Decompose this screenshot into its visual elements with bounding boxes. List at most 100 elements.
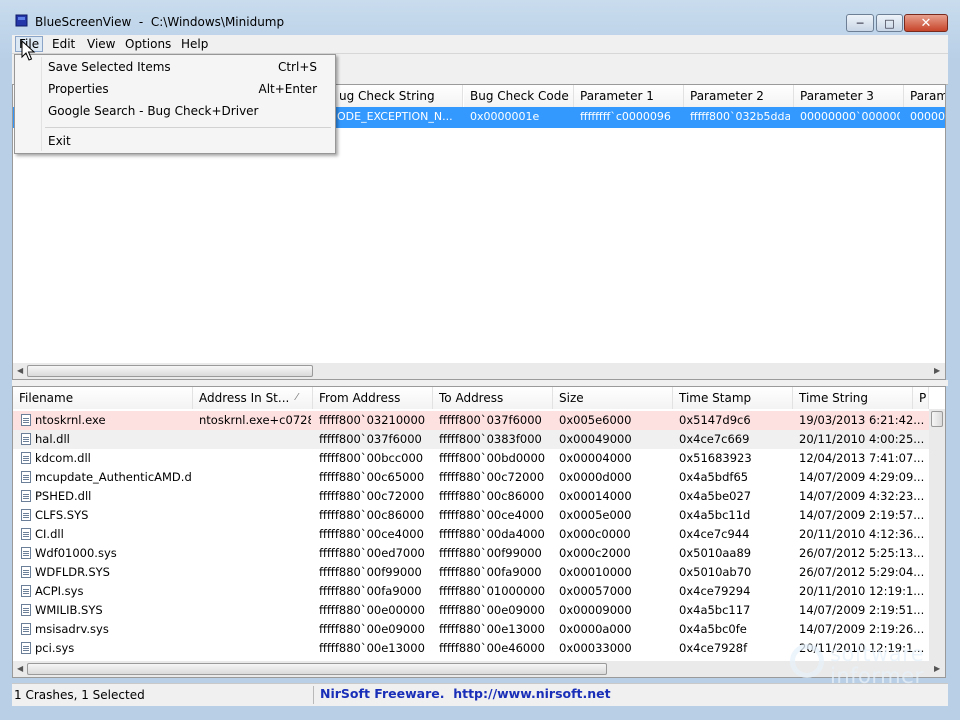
- cell-from-address: fffff880`00e00000: [319, 603, 425, 617]
- driver-list[interactable]: Filename Address In St... ⁄ From Address…: [12, 386, 946, 678]
- cell-filename: CLFS.SYS: [35, 508, 89, 522]
- cell-filename: ntoskrnl.exe: [35, 413, 106, 427]
- maximize-icon: □: [884, 16, 895, 30]
- menu-item-label: Exit: [48, 134, 71, 148]
- table-row[interactable]: Wdf01000.sys fffff880`00ed7000 fffff880`00…: [13, 544, 929, 563]
- cell-parameter-2: fffff800`032b5dda: [690, 110, 790, 123]
- column-header-bug-check-code[interactable]: Bug Check Code: [464, 85, 574, 107]
- table-row[interactable]: WDFLDR.SYS fffff880`00f99000 fffff880`00fa…: [13, 563, 929, 582]
- cell-time-string: 14/07/2009 2:19:57...: [799, 508, 925, 522]
- menu-separator: [45, 127, 331, 128]
- menu-item-save-selected-items[interactable]: Save Selected Items Ctrl+S: [15, 56, 335, 78]
- cell-from-address: fffff880`00e13000: [319, 641, 425, 655]
- close-button[interactable]: ✕: [904, 14, 948, 32]
- nirsoft-link[interactable]: NirSoft Freeware. http://www.nirsoft.net: [320, 686, 611, 701]
- title-bar[interactable]: BlueScreenView - C:\Windows\Minidump ─ □…: [0, 0, 960, 36]
- cell-size: 0x000c0000: [559, 527, 631, 541]
- cell-time-stamp: 0x4a5bc11d: [679, 508, 751, 522]
- top-horizontal-scrollbar[interactable]: ◀ ▶: [13, 363, 945, 379]
- cell-time-string: 14/07/2009 4:29:09...: [799, 470, 925, 484]
- table-row[interactable]: mcupdate_AuthenticAMD.dll fffff880`00c650…: [13, 468, 929, 487]
- cell-from-address: fffff880`00ed7000: [319, 546, 425, 560]
- scroll-left-icon[interactable]: ◀: [17, 661, 23, 677]
- table-row[interactable]: ACPI.sys fffff880`00fa9000 fffff880`010000…: [13, 582, 929, 601]
- menu-item-exit[interactable]: Exit: [15, 130, 335, 152]
- table-row[interactable]: CI.dll fffff880`00ce4000 fffff880`00da4000…: [13, 525, 929, 544]
- cell-size: 0x000c2000: [559, 546, 631, 560]
- cell-filename: ACPI.sys: [35, 584, 84, 598]
- cell-time-string: 20/11/2010 4:00:25...: [799, 432, 925, 446]
- cell-time-string: 20/11/2010 4:12:36...: [799, 527, 925, 541]
- file-icon: [21, 642, 31, 654]
- cell-filename: PSHED.dll: [35, 489, 92, 503]
- file-icon: [21, 471, 31, 483]
- minimize-button[interactable]: ─: [846, 14, 874, 32]
- cell-from-address: fffff800`03210000: [319, 413, 426, 427]
- column-header-from-address[interactable]: From Address: [313, 387, 433, 409]
- column-header-filename[interactable]: Filename: [13, 387, 193, 409]
- file-icon: [21, 585, 31, 597]
- cell-size: 0x0005e000: [559, 508, 632, 522]
- menu-options[interactable]: Options: [122, 36, 174, 52]
- table-row[interactable]: WMILIB.SYS fffff880`00e00000 fffff880`00e0…: [13, 601, 929, 620]
- table-row[interactable]: msisadrv.sys fffff880`00e09000 fffff880`00…: [13, 620, 929, 639]
- cell-time-string: 26/07/2012 5:29:04...: [799, 565, 925, 579]
- column-header-address-in-stack[interactable]: Address In St... ⁄: [193, 387, 313, 409]
- cell-time-stamp: 0x5147d9c6: [679, 413, 751, 427]
- scroll-right-icon[interactable]: ▶: [934, 363, 940, 379]
- file-icon: [21, 509, 31, 521]
- cell-filename: msisadrv.sys: [35, 622, 109, 636]
- status-crash-count: 1 Crashes, 1 Selected: [14, 688, 145, 702]
- cell-filename: WDFLDR.SYS: [35, 565, 110, 579]
- scrollbar-thumb[interactable]: [27, 663, 607, 675]
- column-header-parameter-3[interactable]: Parameter 3: [794, 85, 904, 107]
- cell-size: 0x00014000: [559, 489, 632, 503]
- cell-to-address: fffff880`00f99000: [439, 546, 542, 560]
- column-header-parameter-1[interactable]: Parameter 1: [574, 85, 684, 107]
- menu-item-google-search[interactable]: Google Search - Bug Check+Driver: [15, 100, 335, 122]
- cell-from-address: fffff880`00c86000: [319, 508, 425, 522]
- column-header-to-address[interactable]: To Address: [433, 387, 553, 409]
- table-row[interactable]: hal.dll fffff800`037f6000 fffff800`0383f00…: [13, 430, 929, 449]
- cell-from-address: fffff880`00fa9000: [319, 584, 422, 598]
- menu-item-shortcut: Alt+Enter: [258, 82, 317, 96]
- column-header-time-string[interactable]: Time String: [793, 387, 913, 409]
- cell-size: 0x00010000: [559, 565, 632, 579]
- menu-edit[interactable]: Edit: [49, 36, 78, 52]
- cell-from-address: fffff880`00ce4000: [319, 527, 424, 541]
- column-header-p[interactable]: P: [913, 387, 929, 409]
- column-header-bug-check-string[interactable]: ug Check String: [333, 85, 463, 107]
- cell-to-address: fffff880`00c86000: [439, 489, 545, 503]
- cell-time-stamp: 0x4ce79294: [679, 584, 751, 598]
- table-row[interactable]: ntoskrnl.exe ntoskrnl.exe+c0728 fffff800`0…: [13, 411, 929, 430]
- cell-to-address: fffff880`00e09000: [439, 603, 545, 617]
- file-icon: [21, 433, 31, 445]
- column-header-parameter-2[interactable]: Parameter 2: [684, 85, 794, 107]
- menu-item-properties[interactable]: Properties Alt+Enter: [15, 78, 335, 100]
- column-header-parameter-4[interactable]: Param: [904, 85, 945, 107]
- scroll-left-icon[interactable]: ◀: [17, 363, 23, 379]
- table-row[interactable]: PSHED.dll fffff880`00c72000 fffff880`00c86…: [13, 487, 929, 506]
- menu-help[interactable]: Help: [178, 36, 211, 52]
- watermark-text-1: software: [830, 642, 925, 666]
- app-icon: [15, 14, 29, 28]
- menu-view[interactable]: View: [84, 36, 118, 52]
- cell-size: 0x00033000: [559, 641, 632, 655]
- table-row[interactable]: kdcom.dll fffff800`00bcc000 fffff800`00bd0…: [13, 449, 929, 468]
- column-header-size[interactable]: Size: [553, 387, 673, 409]
- cell-time-stamp: 0x4ce7c944: [679, 527, 750, 541]
- table-row[interactable]: CLFS.SYS fffff880`00c86000 fffff880`00ce40…: [13, 506, 929, 525]
- cell-to-address: fffff800`037f6000: [439, 413, 542, 427]
- scrollbar-thumb[interactable]: [27, 365, 313, 377]
- cell-to-address: fffff880`00e13000: [439, 622, 545, 636]
- cell-time-string: 26/07/2012 5:25:13...: [799, 546, 925, 560]
- cell-time-stamp: 0x4a5bdf65: [679, 470, 749, 484]
- cell-to-address: fffff800`00bd0000: [439, 451, 546, 465]
- cell-size: 0x00049000: [559, 432, 632, 446]
- vertical-scrollbar[interactable]: [929, 409, 945, 661]
- scrollbar-thumb[interactable]: [931, 411, 943, 427]
- cell-filename: kdcom.dll: [35, 451, 91, 465]
- mouse-cursor-icon: [21, 39, 37, 62]
- maximize-button[interactable]: □: [876, 14, 903, 32]
- column-header-time-stamp[interactable]: Time Stamp: [673, 387, 793, 409]
